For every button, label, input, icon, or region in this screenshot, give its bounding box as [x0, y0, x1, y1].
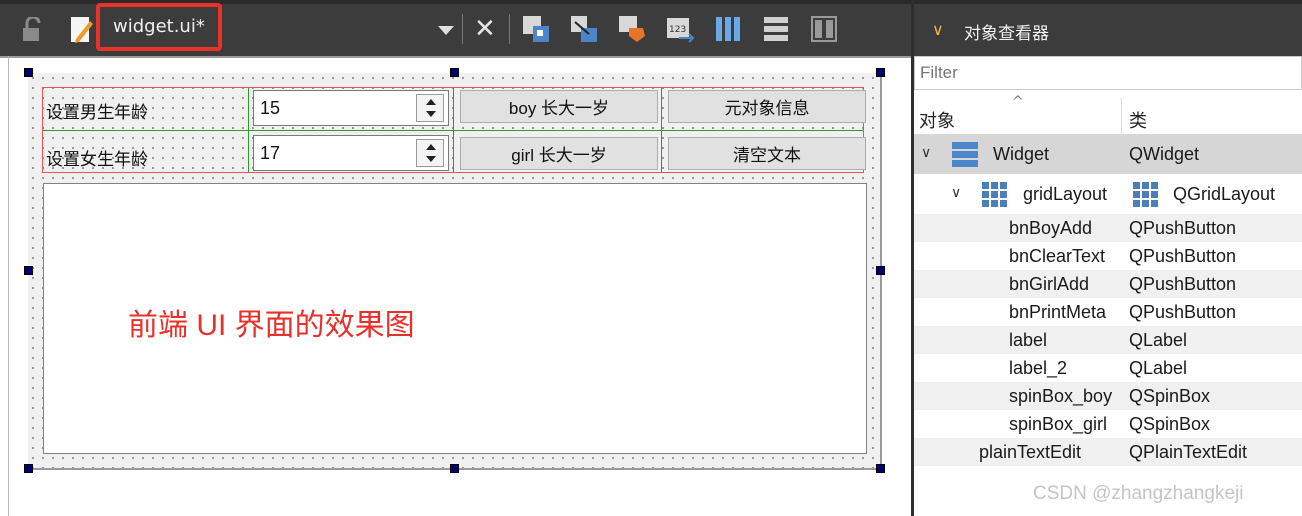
label-girl-age: 设置女生年龄 — [46, 150, 148, 170]
spinbox-stepper[interactable] — [416, 94, 444, 122]
edit-widgets-icon[interactable] — [520, 13, 552, 45]
grid-line — [248, 88, 249, 172]
tree-row-widget[interactable]: ∨ Widget QWidget — [914, 134, 1302, 174]
spinbox-value: 17 — [260, 143, 281, 163]
arrow-down-icon[interactable] — [426, 156, 436, 162]
toolbar-separator — [462, 14, 463, 44]
tree-row[interactable]: spinBox_boy QSpinBox — [914, 382, 1302, 410]
svg-text:123: 123 — [669, 25, 686, 35]
dropdown-icon[interactable] — [438, 26, 454, 35]
filter-input[interactable] — [914, 56, 1302, 90]
widget-icon — [951, 140, 979, 173]
panel-title: 对象查看器 — [964, 24, 1049, 44]
tree-item-name: label_2 — [1009, 358, 1068, 378]
resize-handle[interactable] — [876, 464, 885, 473]
watermark: CSDN @zhangzhangkeji — [1033, 483, 1244, 504]
tree-item-name: bnPrintMeta — [1009, 302, 1107, 322]
boy-add-button[interactable]: boy 长大一岁 — [460, 90, 658, 123]
tree-row-gridlayout[interactable]: ∨ gridLayout QGridLayout — [914, 174, 1302, 214]
chevron-down-icon[interactable]: ∨ — [921, 144, 931, 161]
resize-handle[interactable] — [876, 266, 885, 275]
object-tree: ^ 对象 类 ∨ Widget QWidget ∨ gridLayout QGr… — [914, 94, 1302, 466]
layout-vertical-icon[interactable] — [760, 13, 792, 45]
edit-tab-order-icon[interactable]: 123 — [664, 13, 696, 45]
arrow-up-icon[interactable] — [426, 99, 436, 105]
print-meta-button[interactable]: 元对象信息 — [668, 90, 866, 123]
tree-row[interactable]: bnClearText QPushButton — [914, 242, 1302, 270]
resize-handle[interactable] — [450, 68, 459, 77]
tree-item-name: spinBox_girl — [1009, 414, 1108, 434]
edit-buddies-icon[interactable] — [616, 13, 648, 45]
tree-item-name: plainTextEdit — [979, 442, 1082, 462]
resize-handle[interactable] — [24, 266, 33, 275]
tree-row[interactable]: label QLabel — [914, 326, 1302, 354]
tree-item-name: spinBox_boy — [1009, 386, 1113, 406]
lock-icon[interactable] — [18, 16, 46, 44]
tree-item-name: bnGirlAdd — [1009, 274, 1090, 294]
column-header-object[interactable]: 对象 — [919, 107, 955, 133]
spinbox-boy[interactable]: 15 — [253, 90, 449, 126]
grid-line — [661, 88, 662, 172]
tree-item-class: QLabel — [1129, 358, 1188, 378]
resize-handle[interactable] — [24, 68, 33, 77]
sort-indicator-icon: ^ — [1012, 94, 1024, 110]
resize-handle[interactable] — [450, 464, 459, 473]
chevron-down-icon[interactable]: ∨ — [932, 20, 944, 39]
tree-row[interactable]: bnGirlAdd QPushButton — [914, 270, 1302, 298]
resize-handle[interactable] — [876, 68, 885, 77]
spinbox-girl[interactable]: 17 — [253, 135, 449, 171]
break-layout-icon[interactable] — [808, 13, 840, 45]
grid-layout-icon — [1132, 181, 1160, 212]
canvas-border — [8, 56, 9, 516]
tree-item-class: QPushButton — [1129, 246, 1237, 266]
layout-horizontal-icon[interactable] — [712, 13, 744, 45]
file-name[interactable]: widget.ui* — [113, 16, 205, 37]
tree-item-class: QPushButton — [1129, 302, 1237, 322]
tree-item-name: label — [1009, 330, 1048, 350]
spinbox-stepper[interactable] — [416, 139, 444, 167]
close-icon[interactable]: ✕ — [474, 16, 496, 42]
clear-text-button[interactable]: 清空文本 — [668, 137, 866, 170]
column-separator[interactable] — [1121, 98, 1122, 134]
chevron-down-icon[interactable]: ∨ — [951, 184, 961, 201]
tree-item-class: QPlainTextEdit — [1129, 442, 1248, 462]
tree-header: ^ 对象 类 — [914, 94, 1302, 134]
grid-line — [453, 88, 454, 172]
tree-item-class: QLabel — [1129, 330, 1188, 350]
arrow-down-icon[interactable] — [426, 111, 436, 117]
tree-item-class: QSpinBox — [1129, 386, 1211, 406]
tree-item-class: QWidget — [1129, 144, 1200, 164]
annotation-text: 前端 UI 界面的效果图 — [128, 309, 415, 342]
toolbar-separator — [509, 14, 510, 44]
label-boy-age: 设置男生年龄 — [46, 103, 148, 123]
tree-item-name: gridLayout — [1023, 184, 1108, 204]
edit-signals-icon[interactable] — [568, 13, 600, 45]
tree-row[interactable]: spinBox_girl QSpinBox — [914, 410, 1302, 438]
tree-item-name: bnBoyAdd — [1009, 218, 1093, 238]
tree-item-name: Widget — [993, 144, 1050, 164]
girl-add-button[interactable]: girl 长大一岁 — [460, 137, 658, 170]
tree-row[interactable]: bnPrintMeta QPushButton — [914, 298, 1302, 326]
tree-item-name: bnClearText — [1009, 246, 1106, 266]
tree-item-class: QPushButton — [1129, 218, 1237, 238]
tree-item-class: QPushButton — [1129, 274, 1237, 294]
grid-layout-icon — [981, 181, 1009, 212]
tree-item-class: QSpinBox — [1129, 414, 1211, 434]
edit-icon — [66, 14, 96, 46]
tree-row[interactable]: label_2 QLabel — [914, 354, 1302, 382]
tree-row[interactable]: plainTextEdit QPlainTextEdit — [914, 438, 1302, 466]
spinbox-value: 15 — [260, 98, 281, 118]
resize-handle[interactable] — [24, 464, 33, 473]
canvas-border — [0, 56, 911, 58]
arrow-up-icon[interactable] — [426, 144, 436, 150]
tree-row[interactable]: bnBoyAdd QPushButton — [914, 214, 1302, 242]
column-header-class[interactable]: 类 — [1129, 107, 1147, 133]
tree-item-class: QGridLayout — [1173, 184, 1276, 204]
